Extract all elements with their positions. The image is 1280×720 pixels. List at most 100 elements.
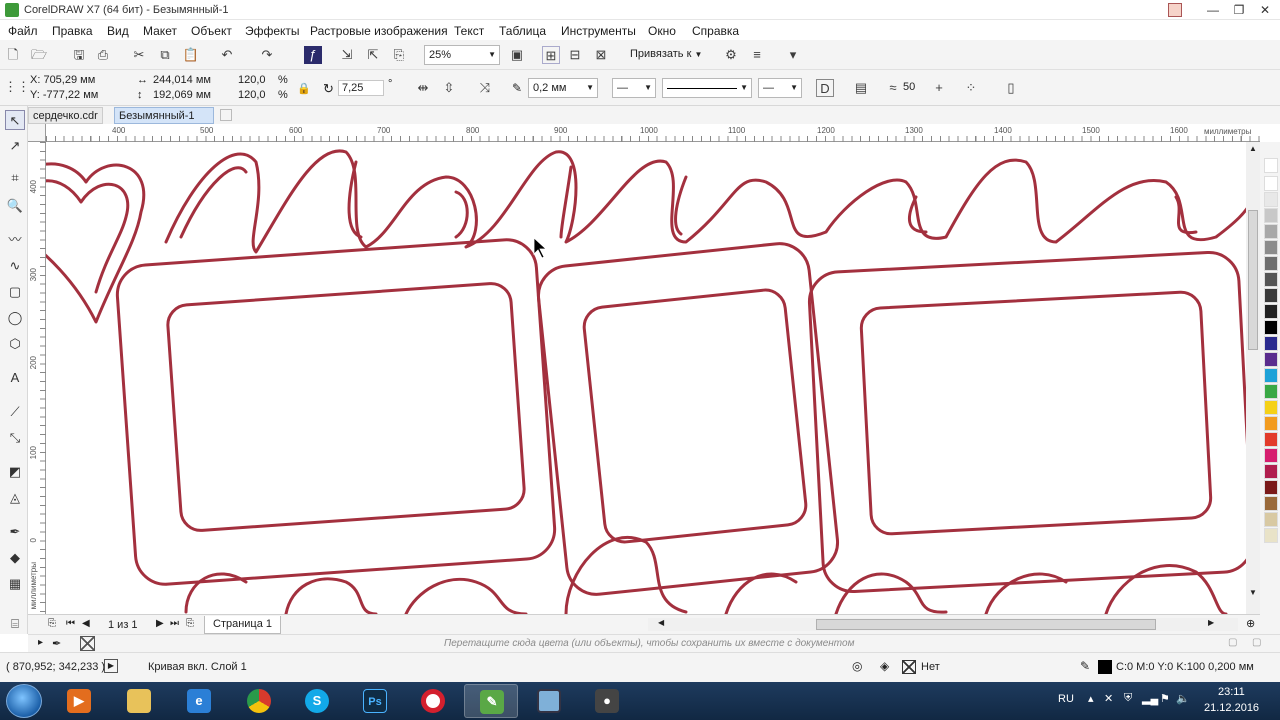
- snap-to-dropdown[interactable]: Привязать к ▼: [630, 48, 702, 60]
- toolbox-options-icon[interactable]: ⌸: [5, 614, 25, 634]
- color-swatch[interactable]: [1264, 336, 1278, 351]
- menu-edit[interactable]: Правка: [52, 24, 93, 38]
- smart-fill-tool-icon[interactable]: ▦: [5, 574, 25, 594]
- horizontal-ruler[interactable]: 400 500 600 700 800 900 1000 1100 1200 1…: [46, 124, 1260, 142]
- color-swatch[interactable]: [1264, 432, 1278, 447]
- color-proof-icon[interactable]: ◎: [852, 659, 862, 673]
- color-swatch[interactable]: [1264, 208, 1278, 223]
- line-style-select[interactable]: ▼: [662, 78, 752, 98]
- clock-time[interactable]: 23:11: [1218, 686, 1245, 698]
- copy-icon[interactable]: ⧉: [156, 46, 174, 64]
- scroll-up-icon[interactable]: ▲: [1249, 144, 1257, 153]
- security-icon[interactable]: ⛨: [1124, 692, 1132, 705]
- eyedropper-icon[interactable]: ✒: [52, 637, 61, 650]
- maximize-button[interactable]: ❐: [1226, 0, 1252, 20]
- save-icon[interactable]: 🖫: [70, 46, 88, 64]
- end-arrow-select[interactable]: — ▼: [758, 78, 802, 98]
- color-swatch[interactable]: [1264, 256, 1278, 271]
- color-swatch[interactable]: [1264, 192, 1278, 207]
- network-off-icon[interactable]: ✕: [1104, 692, 1113, 705]
- palette-menu-icon[interactable]: ▸: [38, 637, 43, 648]
- redo-icon[interactable]: ↷: [258, 46, 276, 64]
- page-options-icon[interactable]: ⎘: [48, 618, 56, 629]
- color-swatch[interactable]: [1264, 272, 1278, 287]
- object-width[interactable]: 244,014 мм: [153, 74, 211, 86]
- scale-y[interactable]: 120,0: [238, 89, 266, 101]
- taskbar-photoshop[interactable]: Ps: [348, 684, 402, 718]
- transparency-tool-icon[interactable]: ◬: [5, 488, 25, 508]
- palette-scroll-icon[interactable]: ▢: [1252, 637, 1261, 648]
- new-icon[interactable]: 🗋: [4, 46, 22, 64]
- vertical-ruler[interactable]: 400 300 200 100 0 миллиметры: [28, 142, 46, 614]
- object-height[interactable]: 192,069 мм: [153, 89, 211, 101]
- scale-x[interactable]: 120,0: [238, 74, 266, 86]
- options-icon[interactable]: ⚙: [722, 46, 740, 64]
- print-icon[interactable]: ⎙: [94, 46, 112, 64]
- show-hidden-icons-icon[interactable]: ▴: [1088, 692, 1094, 705]
- taskbar-camera[interactable]: ●: [580, 684, 634, 718]
- color-swatch[interactable]: [1264, 464, 1278, 479]
- rectangle-tool-icon[interactable]: ▢: [5, 282, 25, 302]
- convert-to-curves-icon[interactable]: ⤨: [476, 79, 494, 97]
- clock-date[interactable]: 21.12.2016: [1204, 702, 1259, 714]
- add-page-icon[interactable]: ⎘: [186, 618, 194, 629]
- freehand-tool-icon[interactable]: 〰: [5, 230, 25, 250]
- connector-tool-icon[interactable]: ⤡: [5, 428, 25, 448]
- show-rulers-icon[interactable]: ⊞: [542, 46, 560, 64]
- pick-tool-icon[interactable]: ↖: [5, 110, 25, 130]
- rotation-angle-field[interactable]: 7,25: [338, 80, 384, 96]
- scroll-down-icon[interactable]: ▼: [1249, 588, 1257, 597]
- page-tab[interactable]: Страница 1: [204, 616, 282, 634]
- lock-ratio-icon[interactable]: 🔒: [297, 82, 311, 95]
- no-color-swatch[interactable]: [80, 636, 95, 651]
- menu-effects[interactable]: Эффекты: [245, 24, 300, 38]
- first-page-icon[interactable]: ⏮: [66, 618, 75, 629]
- vertical-scroll-thumb[interactable]: [1248, 210, 1258, 350]
- interactive-fill-tool-icon[interactable]: ◆: [5, 548, 25, 568]
- zoom-level-select[interactable]: 25% ▼: [424, 45, 500, 65]
- taskbar-internet-explorer[interactable]: e: [172, 684, 226, 718]
- import-icon[interactable]: ⇲: [338, 46, 356, 64]
- color-swatch[interactable]: [1264, 512, 1278, 527]
- horizontal-scrollbar[interactable]: ◀ ▶: [648, 618, 1238, 631]
- object-props-icon[interactable]: ▯: [1002, 79, 1020, 97]
- application-launcher-icon[interactable]: ▾: [784, 46, 802, 64]
- taskbar-coreldraw[interactable]: ✎: [464, 684, 518, 718]
- color-swatch[interactable]: [1264, 288, 1278, 303]
- show-guides-icon[interactable]: ⊠: [592, 46, 610, 64]
- open-icon[interactable]: 🗁: [30, 46, 48, 64]
- mirror-horizontal-icon[interactable]: ⇹: [414, 79, 432, 97]
- signal-icon[interactable]: ▂▄: [1142, 692, 1158, 705]
- scroll-right-icon[interactable]: ▶: [1208, 618, 1214, 627]
- no-color-swatch[interactable]: [1264, 158, 1278, 173]
- menu-layout[interactable]: Макет: [143, 24, 177, 38]
- close-button[interactable]: ✕: [1252, 0, 1278, 20]
- prev-page-icon[interactable]: ◀: [82, 618, 90, 629]
- color-swatch[interactable]: [1264, 320, 1278, 335]
- start-button[interactable]: [6, 684, 42, 718]
- menu-help[interactable]: Справка: [692, 24, 739, 38]
- close-curve-icon[interactable]: D: [816, 79, 834, 97]
- taskbar-opera[interactable]: [406, 684, 460, 718]
- full-screen-icon[interactable]: ▣: [508, 46, 526, 64]
- outline-width-select[interactable]: 0,2 мм ▼: [528, 78, 598, 98]
- zoom-navigator-icon[interactable]: ⊕: [1246, 617, 1255, 630]
- launch-icon[interactable]: ƒ: [304, 46, 322, 64]
- drawing-canvas[interactable]: [46, 142, 1246, 614]
- text-tool-icon[interactable]: A: [5, 368, 25, 388]
- crop-tool-icon[interactable]: ⌗: [5, 168, 25, 188]
- vertical-scrollbar[interactable]: ▲ ▼: [1246, 142, 1260, 614]
- horizontal-scroll-thumb[interactable]: [816, 619, 1156, 630]
- ellipse-tool-icon[interactable]: ◯: [5, 308, 25, 328]
- menu-window[interactable]: Окно: [648, 24, 676, 38]
- menu-object[interactable]: Объект: [191, 24, 232, 38]
- color-swatch[interactable]: [1264, 416, 1278, 431]
- start-arrow-select[interactable]: — ▼: [612, 78, 656, 98]
- status-menu-icon[interactable]: ▶: [104, 659, 118, 673]
- color-swatch[interactable]: [1264, 384, 1278, 399]
- taskbar-desktop[interactable]: [522, 684, 576, 718]
- undo-icon[interactable]: ↶: [218, 46, 236, 64]
- tab-heart-document[interactable]: сердечко.cdr: [28, 107, 103, 124]
- menu-view[interactable]: Вид: [107, 24, 129, 38]
- object-origin-icon[interactable]: ⋮⋮: [4, 78, 30, 96]
